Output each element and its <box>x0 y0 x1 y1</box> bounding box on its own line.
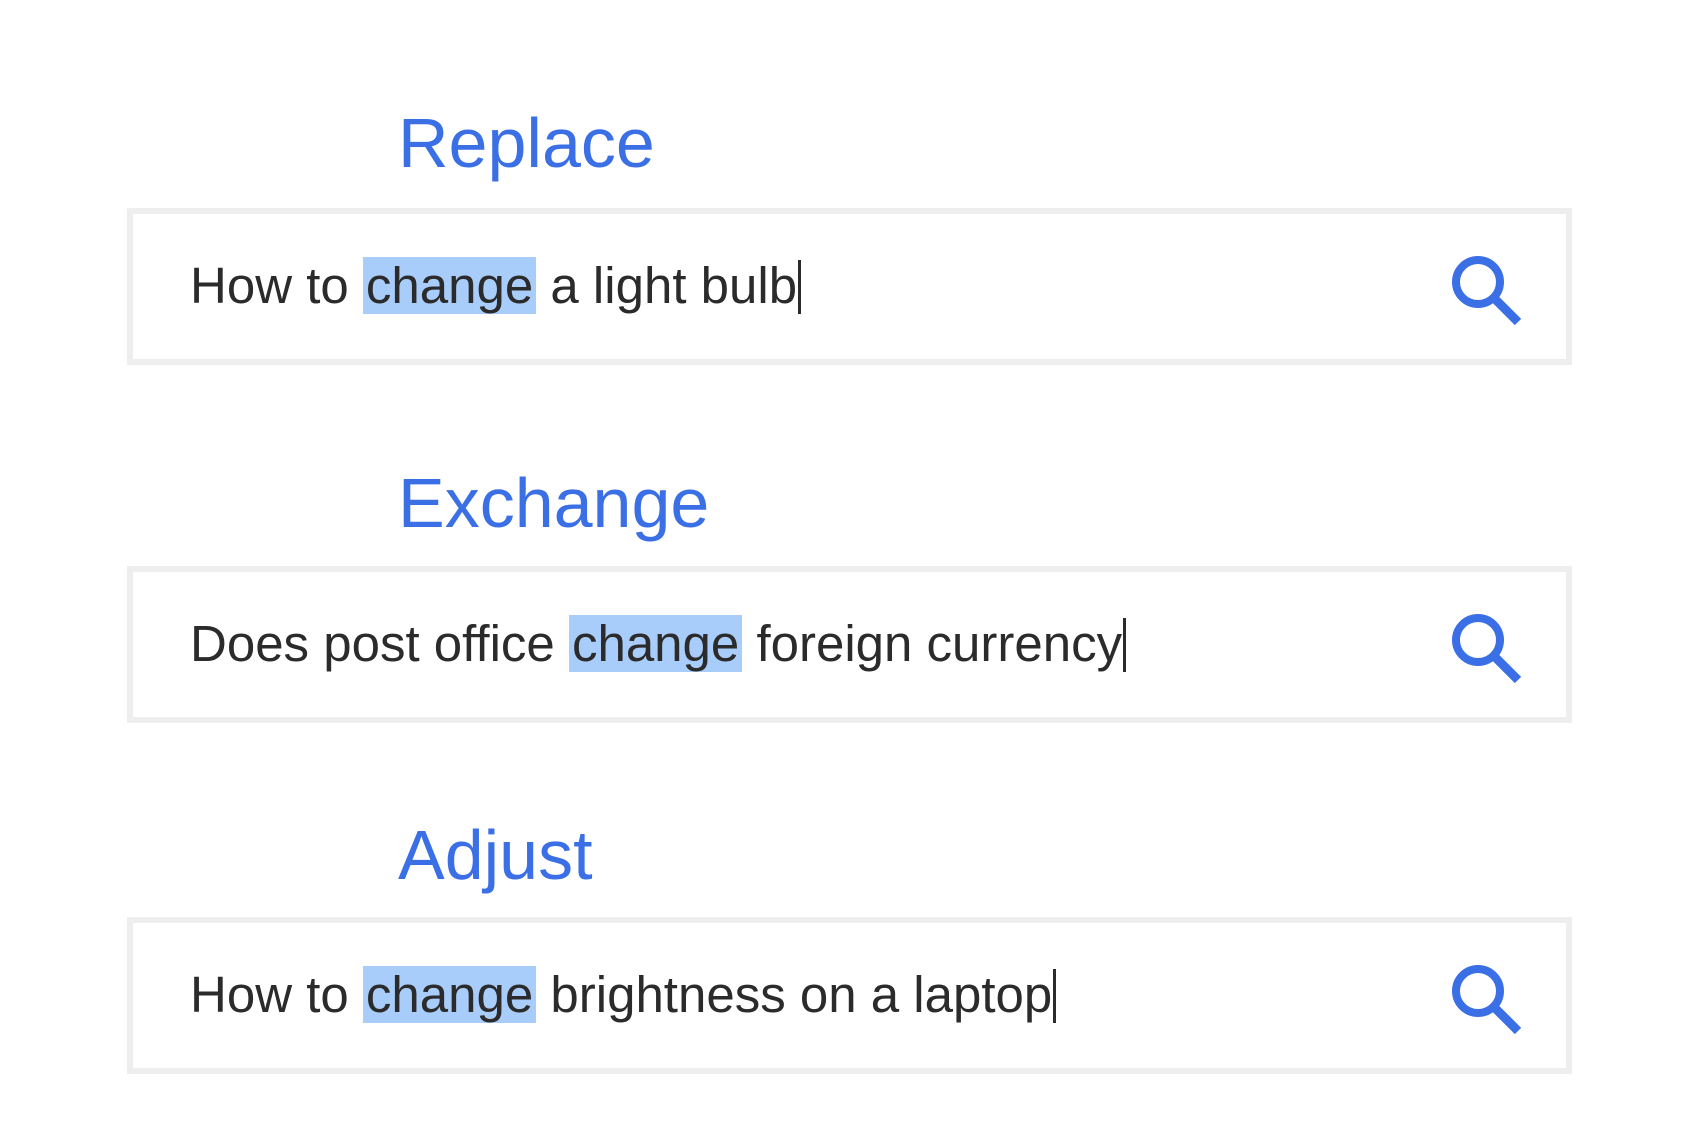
text-cursor <box>1123 617 1127 672</box>
search-input[interactable]: Does post office change foreign currency <box>190 611 1127 677</box>
search-icon <box>1452 614 1522 684</box>
query-text-before: How to <box>190 966 363 1023</box>
query-text-after: brightness on a laptop <box>536 966 1053 1023</box>
search-icon <box>1452 965 1522 1035</box>
query-text-after: foreign currency <box>742 615 1123 672</box>
search-input[interactable]: How to change a light bulb <box>190 253 802 319</box>
search-button[interactable] <box>1448 252 1524 328</box>
query-text-after: a light bulb <box>536 257 798 314</box>
search-input[interactable]: How to change brightness on a laptop <box>190 962 1057 1028</box>
highlighted-word: change <box>568 615 743 672</box>
search-bar[interactable]: How to change brightness on a laptop <box>127 917 1572 1074</box>
text-cursor <box>1053 968 1057 1023</box>
synonym-heading: Adjust <box>398 816 593 894</box>
text-cursor <box>798 259 802 314</box>
highlighted-word: change <box>362 966 537 1023</box>
search-icon <box>1452 256 1522 326</box>
search-button[interactable] <box>1448 961 1524 1037</box>
synonym-heading: Exchange <box>398 464 710 542</box>
search-bar[interactable]: How to change a light bulb <box>127 208 1572 365</box>
synonym-heading: Replace <box>398 104 655 182</box>
query-text-before: How to <box>190 257 363 314</box>
search-bar[interactable]: Does post office change foreign currency <box>127 566 1572 723</box>
search-button[interactable] <box>1448 610 1524 686</box>
highlighted-word: change <box>362 257 537 314</box>
query-text-before: Does post office <box>190 615 569 672</box>
